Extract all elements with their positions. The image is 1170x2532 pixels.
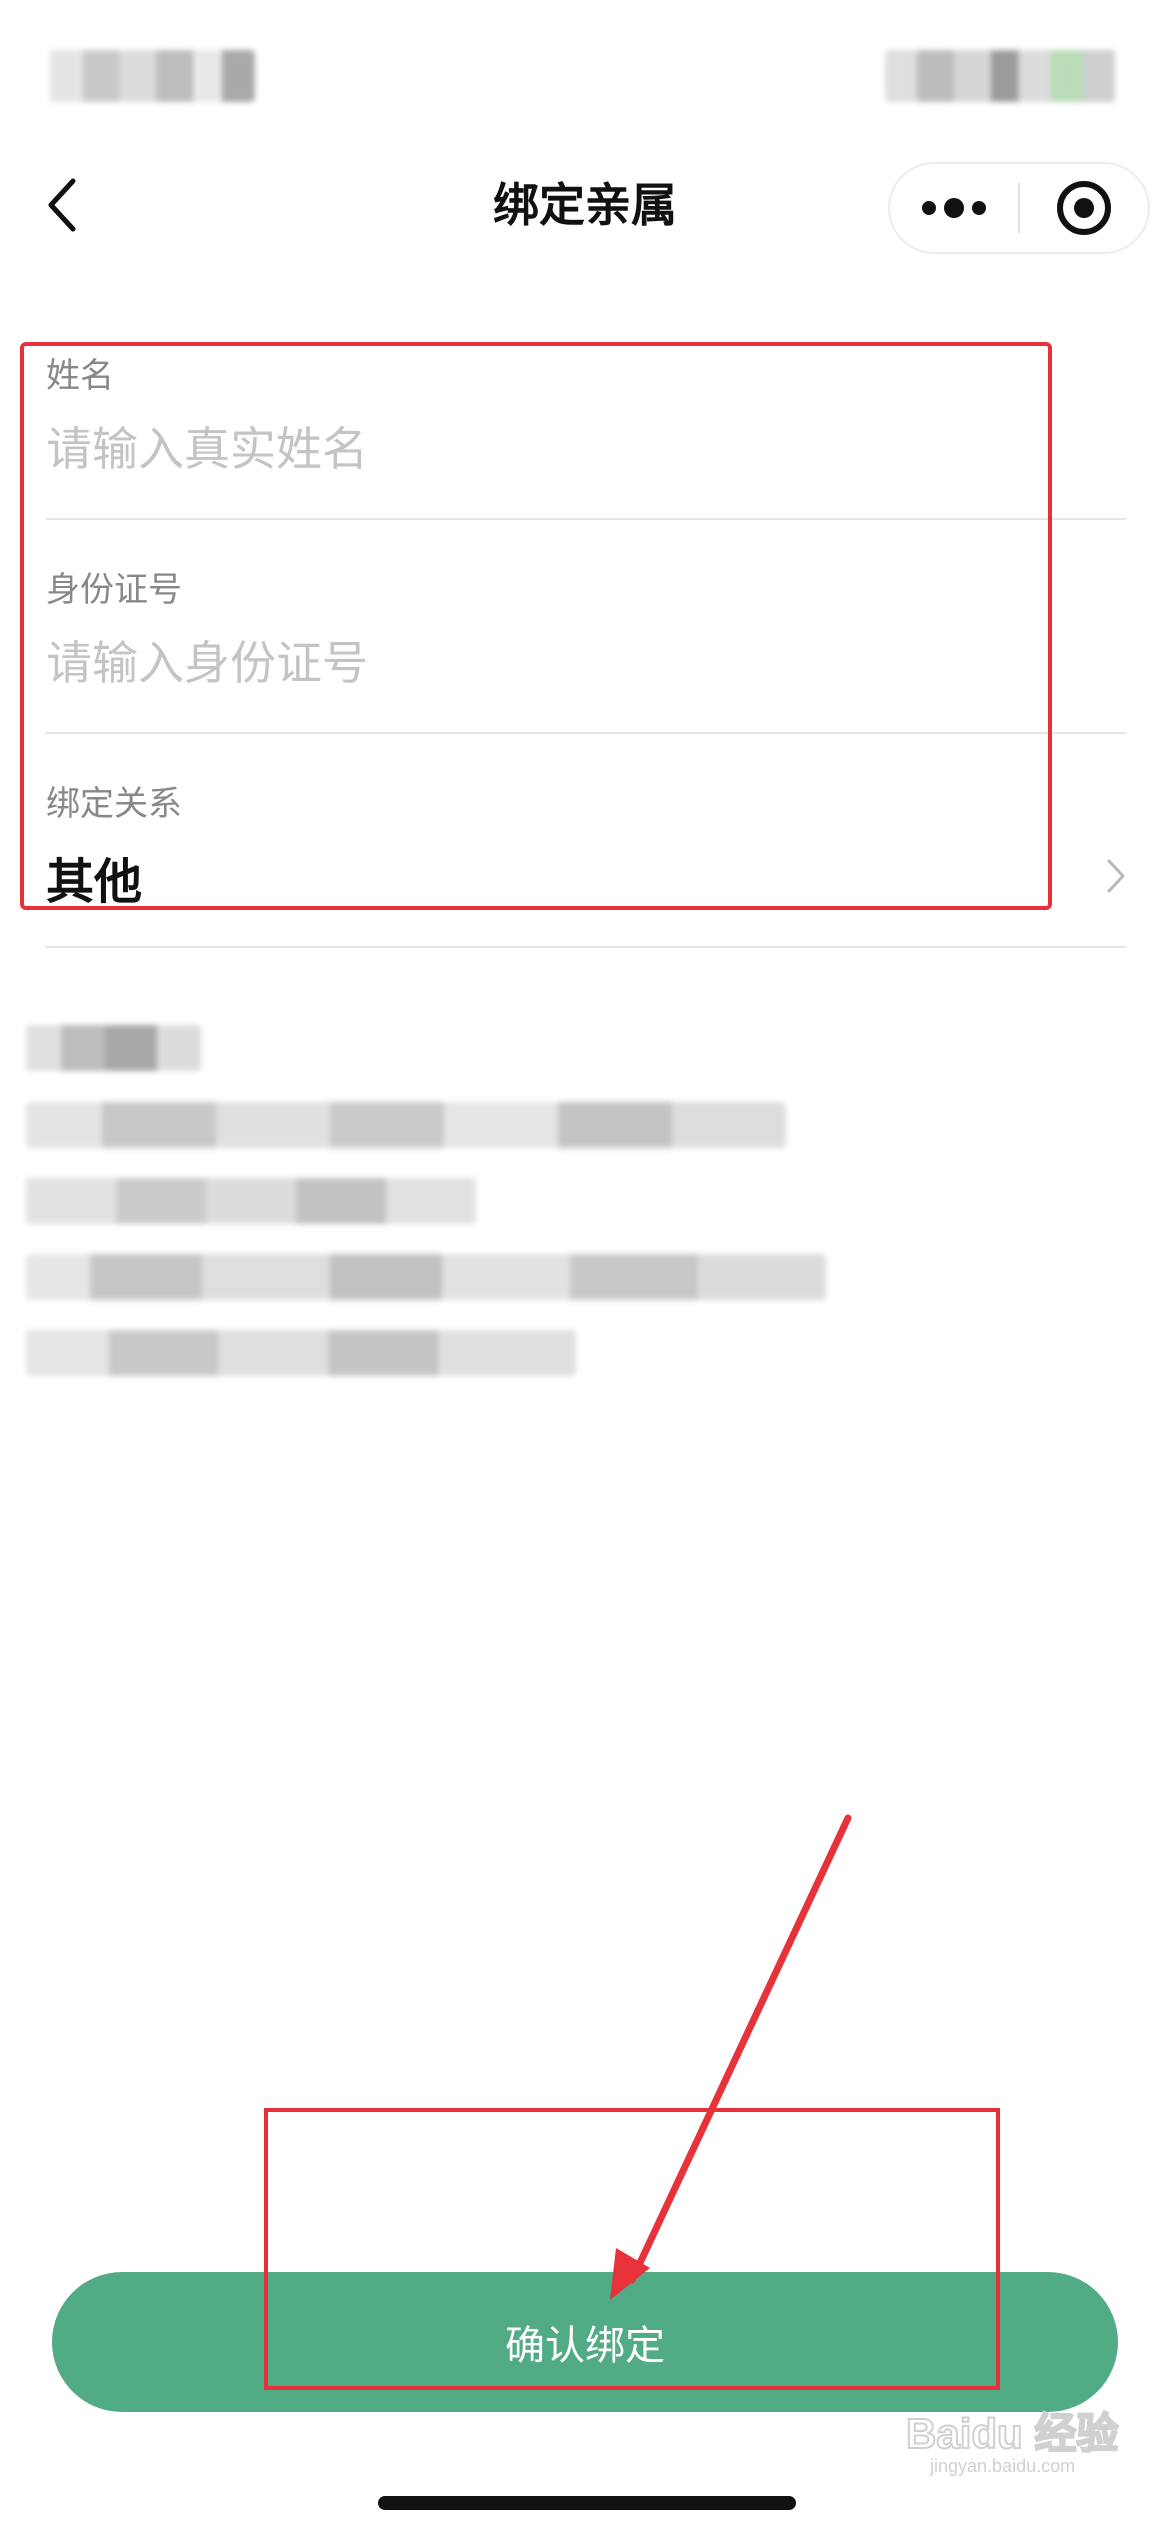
target-circle-icon (1056, 181, 1111, 235)
status-bar-time-blurred (50, 50, 255, 102)
app-screen: 绑定亲属 姓名 身份证号 绑定关系 其他 (0, 0, 1170, 2532)
watermark-subtext: jingyan.baidu.com (929, 2456, 1075, 2476)
baidu-watermark: Baidu 经验 jingyan.baidu.com (900, 2400, 1160, 2480)
notice-line-1-blurred (26, 1102, 786, 1148)
relation-divider (46, 946, 1126, 948)
button-annotation-frame (264, 2108, 1000, 2390)
home-indicator[interactable] (378, 2496, 796, 2510)
notice-line-4-blurred (26, 1330, 576, 1376)
more-dots-icon (922, 198, 986, 218)
status-bar-indicators-blurred (885, 50, 1115, 102)
notice-title-blurred (26, 1025, 201, 1071)
form-annotation-frame (20, 342, 1052, 910)
more-button[interactable] (890, 164, 1018, 252)
chevron-right-icon (1107, 859, 1125, 893)
close-button[interactable] (1020, 164, 1148, 252)
mini-program-capsule (888, 162, 1150, 254)
notice-line-3-blurred (26, 1254, 826, 1300)
notice-line-2-blurred (26, 1178, 476, 1224)
watermark-text: Baidu 经验 (906, 2410, 1118, 2457)
